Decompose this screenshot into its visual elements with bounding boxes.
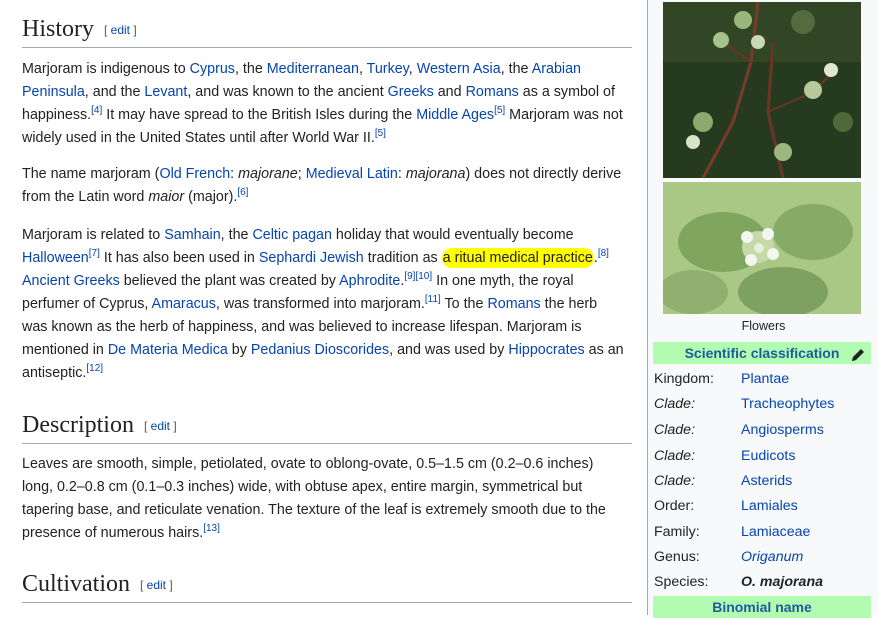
link-celtic-pagan[interactable]: Celtic pagan (252, 227, 331, 243)
link-de-materia-medica[interactable]: De Materia Medica (108, 342, 228, 358)
image-caption: Flowers (741, 319, 786, 333)
taxonomy-label: Clade: (654, 473, 696, 489)
section-heading-cultivation: Cultivation [ edit ] (22, 571, 632, 603)
taxonomy-value[interactable]: Plantae (741, 371, 789, 387)
section-title: Description (22, 412, 134, 438)
taxonomy-row-kingdom: Kingdom: Plantae (654, 371, 874, 391)
link-levant[interactable]: Levant (144, 84, 187, 100)
taxonomy-label: Genus: (654, 549, 700, 565)
link-romans[interactable]: Romans (466, 84, 519, 100)
section-heading-description: Description [ edit ] (22, 412, 632, 444)
link-cyprus[interactable]: Cyprus (190, 61, 235, 77)
link-greeks[interactable]: Greeks (388, 84, 434, 100)
ref-12[interactable]: [12] (86, 363, 103, 374)
section-title: Cultivation (22, 571, 130, 597)
taxonomy-label: Clade: (654, 396, 696, 412)
taxonomy-row-species: Species: O. majorana (654, 574, 874, 594)
taxonomy-label: Kingdom: (654, 371, 714, 387)
edit-link[interactable]: edit (151, 419, 170, 433)
edit-link[interactable]: edit (111, 23, 130, 37)
plant-photo-stems[interactable] (663, 2, 861, 178)
taxonomy-value[interactable]: Tracheophytes (741, 396, 834, 412)
plant-photo-flower-closeup[interactable] (663, 182, 861, 314)
edit-section: [ edit ] (143, 419, 177, 434)
taxonomy-label: Clade: (654, 422, 696, 438)
section-title: History (22, 16, 94, 42)
link-sephardi-jewish[interactable]: Sephardi Jewish (259, 250, 364, 266)
ref-13[interactable]: [13] (203, 523, 220, 534)
pencil-icon[interactable] (851, 346, 865, 368)
edit-section: [ edit ] (104, 23, 137, 38)
link-amaracus[interactable]: Amaracus (152, 296, 216, 312)
taxonomy-value[interactable]: Angiosperms (741, 422, 824, 438)
taxonomy-label: Clade: (654, 448, 696, 464)
taxonomy-row-clade: Clade: Angiosperms (654, 422, 874, 442)
taxonomy-value: O. majorana (741, 574, 824, 590)
link-halloween[interactable]: Halloween (22, 250, 89, 266)
link-pedanius-dioscorides[interactable]: Pedanius Dioscorides (251, 342, 389, 358)
ref-7[interactable]: [7] (89, 248, 100, 259)
taxonomy-value[interactable]: Asterids (741, 473, 792, 489)
ref-11[interactable]: [11] (425, 294, 441, 305)
edit-section: [ edit ] (140, 578, 173, 593)
link-old-french[interactable]: Old French (159, 166, 230, 182)
highlighted-text: a ritual medical practice (441, 248, 594, 268)
taxonomy-value[interactable]: Lamiaceae (741, 524, 810, 540)
link-mediterranean[interactable]: Mediterranean (267, 61, 359, 77)
link-middle-ages[interactable]: Middle Ages (416, 107, 494, 123)
ref-10[interactable]: [10] (415, 271, 432, 282)
ref-4[interactable]: [4] (91, 105, 102, 116)
section-heading-history: History [ edit ] (22, 16, 632, 48)
description-paragraph: Leaves are smooth, simple, petiolated, o… (22, 456, 606, 541)
taxonomy-label: Family: (654, 524, 700, 540)
taxonomy-label: Species: (654, 574, 709, 590)
taxonomy-row-genus: Genus: Origanum (654, 549, 874, 569)
history-paragraph-2: The name marjoram (Old French: majorane;… (22, 166, 622, 205)
history-paragraph-1: Marjoram is indigenous to Cyprus, the Me… (22, 61, 623, 146)
ref-8[interactable]: [8] (598, 248, 609, 259)
link-western-asia[interactable]: Western Asia (417, 61, 501, 77)
edit-link[interactable]: edit (147, 578, 166, 592)
link-hippocrates[interactable]: Hippocrates (508, 342, 584, 358)
link-medieval-latin[interactable]: Medieval Latin (306, 166, 398, 182)
taxonomy-row-clade: Clade: Asterids (654, 473, 874, 493)
infobox: Flowers Scientific classification Kingdo… (647, 0, 878, 618)
link-aphrodite[interactable]: Aphrodite (339, 273, 400, 289)
taxonomy-row-clade: Clade: Tracheophytes (654, 396, 874, 416)
ref-5[interactable]: [5] (494, 105, 505, 116)
taxonomy-row-family: Family: Lamiaceae (654, 524, 874, 544)
taxonomy-label: Order: (654, 498, 695, 514)
taxonomy-row-clade: Clade: Eudicots (654, 448, 874, 468)
link-romans-2[interactable]: Romans (487, 296, 540, 312)
taxonomy-value[interactable]: Eudicots (741, 448, 795, 464)
link-turkey[interactable]: Turkey (367, 61, 409, 77)
taxonomy-value[interactable]: Origanum (741, 549, 803, 565)
scientific-classification-header: Scientific classification (653, 342, 871, 364)
taxonomy-row-order: Order: Lamiales (654, 498, 874, 518)
history-paragraph-3: Marjoram is related to Samhain, the Celt… (22, 227, 624, 381)
link-ancient-greeks[interactable]: Ancient Greeks (22, 273, 120, 289)
taxonomy-value[interactable]: Lamiales (741, 498, 798, 514)
link-samhain[interactable]: Samhain (164, 227, 220, 243)
ref-9[interactable]: [9] (404, 271, 415, 282)
ref-5b[interactable]: [5] (375, 128, 386, 139)
ref-6[interactable]: [6] (237, 187, 248, 198)
